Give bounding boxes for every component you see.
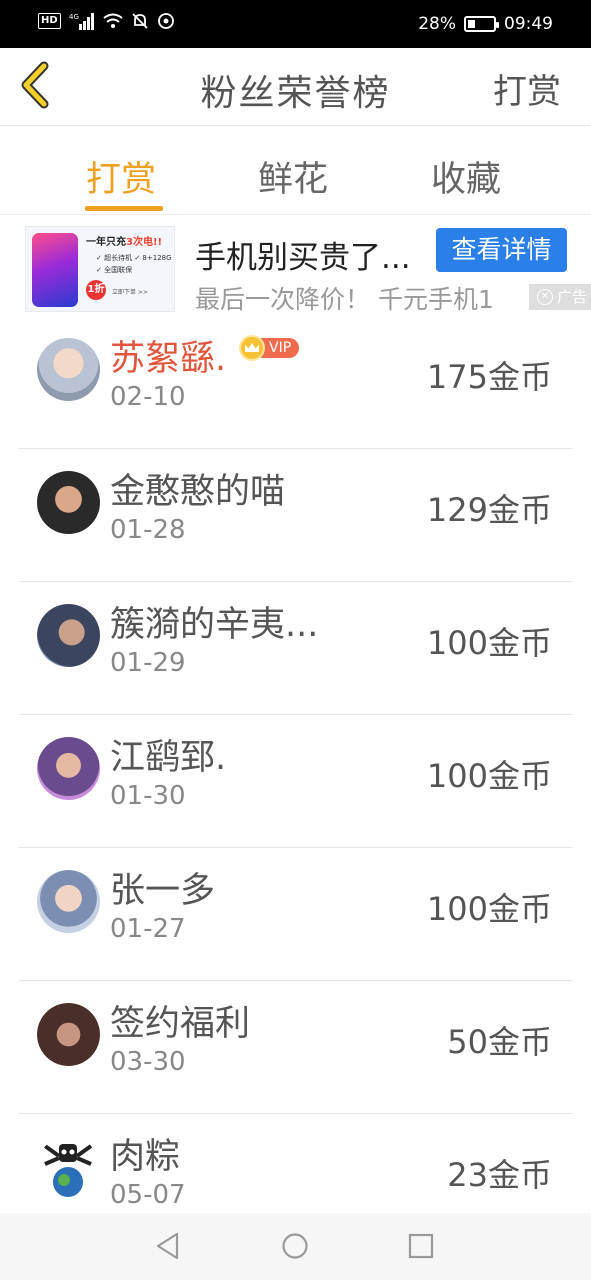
list-item[interactable]: 苏絮繇. VIP 02-10 175金币 bbox=[19, 316, 572, 449]
reward-amount: 23金币 bbox=[447, 1156, 552, 1194]
avatar[interactable] bbox=[37, 737, 100, 800]
avatar[interactable] bbox=[37, 471, 100, 534]
wifi-icon bbox=[103, 13, 123, 29]
user-name[interactable]: 签约福利 bbox=[110, 995, 250, 1046]
fan-ranking-list: 苏絮繇. VIP 02-10 175金币 金憨憨的喵 01-28 129金币 簇… bbox=[0, 316, 591, 1247]
list-item[interactable]: 江鹞郅. 01-30 100金币 bbox=[19, 715, 572, 848]
recents-square-icon[interactable] bbox=[406, 1231, 436, 1261]
tab-favorites[interactable]: 收藏 bbox=[431, 151, 501, 202]
user-name[interactable]: 簇漪的辛夷... bbox=[110, 596, 318, 647]
list-item[interactable]: 簇漪的辛夷... 01-29 100金币 bbox=[19, 582, 572, 715]
avatar[interactable] bbox=[37, 1136, 100, 1199]
app-notification-icon bbox=[157, 12, 175, 30]
reward-date: 01-30 bbox=[110, 781, 186, 811]
ad-banner[interactable]: 一年只充3次电!! ✓ 超长待机 ✓ 8+128G ✓ 全国联保 1折 立即下单… bbox=[0, 216, 591, 316]
tab-flowers[interactable]: 鲜花 bbox=[258, 151, 328, 202]
reward-date: 01-27 bbox=[110, 914, 186, 944]
crown-icon bbox=[239, 335, 265, 361]
ad-image-cta: 立即下单 >> bbox=[112, 289, 148, 296]
reward-date: 02-10 bbox=[110, 382, 186, 412]
reward-date: 03-30 bbox=[110, 1047, 186, 1077]
reward-amount: 175金币 bbox=[426, 358, 552, 396]
reward-date: 01-29 bbox=[110, 648, 186, 678]
battery-percent: 28% bbox=[418, 14, 456, 34]
user-name[interactable]: 张一多 bbox=[110, 862, 215, 913]
skull-globe-icon bbox=[43, 1144, 93, 1197]
battery-fill bbox=[468, 20, 475, 28]
reward-amount: 129金币 bbox=[426, 491, 552, 529]
reward-amount: 100金币 bbox=[426, 890, 552, 928]
reward-button[interactable]: 打赏 bbox=[493, 64, 561, 113]
phone-illustration bbox=[32, 233, 78, 307]
list-item[interactable]: 签约福利 03-30 50金币 bbox=[19, 981, 572, 1114]
avatar[interactable] bbox=[37, 870, 100, 933]
status-left: HD 4G bbox=[38, 12, 175, 30]
tab-reward[interactable]: 打赏 bbox=[86, 151, 156, 202]
user-name[interactable]: 金憨憨的喵 bbox=[110, 463, 285, 514]
view-details-button[interactable]: 查看详情 bbox=[436, 228, 567, 272]
signal-icon: 4G bbox=[69, 12, 95, 30]
status-bar: HD 4G 28% 09:49 bbox=[0, 0, 591, 48]
system-nav-bar bbox=[0, 1213, 591, 1280]
user-name[interactable]: 苏絮繇. bbox=[110, 330, 226, 381]
tab-bar: 打赏 鲜花 收藏 bbox=[0, 127, 591, 215]
list-item[interactable]: 金憨憨的喵 01-28 129金币 bbox=[19, 449, 572, 582]
list-item[interactable]: 张一多 01-27 100金币 bbox=[19, 848, 572, 981]
home-circle-icon[interactable] bbox=[280, 1231, 310, 1261]
ad-subtitle: 最后一次降价！ 千元手机1 bbox=[195, 285, 494, 314]
status-right: 28% 09:49 bbox=[418, 12, 553, 36]
ad-title[interactable]: 手机别买贵了... bbox=[195, 232, 435, 277]
avatar[interactable] bbox=[37, 1003, 100, 1066]
ad-image-features: ✓ 超长待机 ✓ 8+128G ✓ 全国联保 bbox=[96, 254, 172, 274]
reward-amount: 50金币 bbox=[447, 1023, 552, 1061]
reward-date: 05-07 bbox=[110, 1180, 186, 1210]
ad-image[interactable]: 一年只充3次电!! ✓ 超长待机 ✓ 8+128G ✓ 全国联保 1折 立即下单… bbox=[25, 226, 175, 312]
reward-date: 01-28 bbox=[110, 515, 186, 545]
active-tab-indicator bbox=[85, 206, 163, 211]
vip-badge: VIP bbox=[239, 335, 300, 361]
user-name[interactable]: 肉粽 bbox=[110, 1128, 180, 1179]
user-name[interactable]: 江鹞郅. bbox=[110, 729, 226, 780]
svg-text:4G: 4G bbox=[69, 13, 79, 21]
ad-tag[interactable]: ✕ 广告 bbox=[528, 284, 591, 310]
back-triangle-icon[interactable] bbox=[153, 1231, 183, 1261]
avatar[interactable] bbox=[37, 604, 100, 667]
app-header: 粉丝荣誉榜 打赏 bbox=[0, 48, 591, 126]
bell-off-icon bbox=[131, 12, 149, 30]
ad-image-badge: 1折 bbox=[86, 280, 106, 300]
ad-tag-label: 广告 bbox=[556, 288, 587, 306]
clock: 09:49 bbox=[504, 14, 553, 34]
avatar[interactable] bbox=[37, 338, 100, 401]
reward-amount: 100金币 bbox=[426, 757, 552, 795]
close-icon[interactable]: ✕ bbox=[536, 289, 553, 305]
hd-icon: HD bbox=[38, 13, 61, 29]
battery-icon bbox=[464, 16, 499, 32]
ad-image-headline: 一年只充3次电!! bbox=[86, 237, 163, 248]
reward-amount: 100金币 bbox=[426, 624, 552, 662]
